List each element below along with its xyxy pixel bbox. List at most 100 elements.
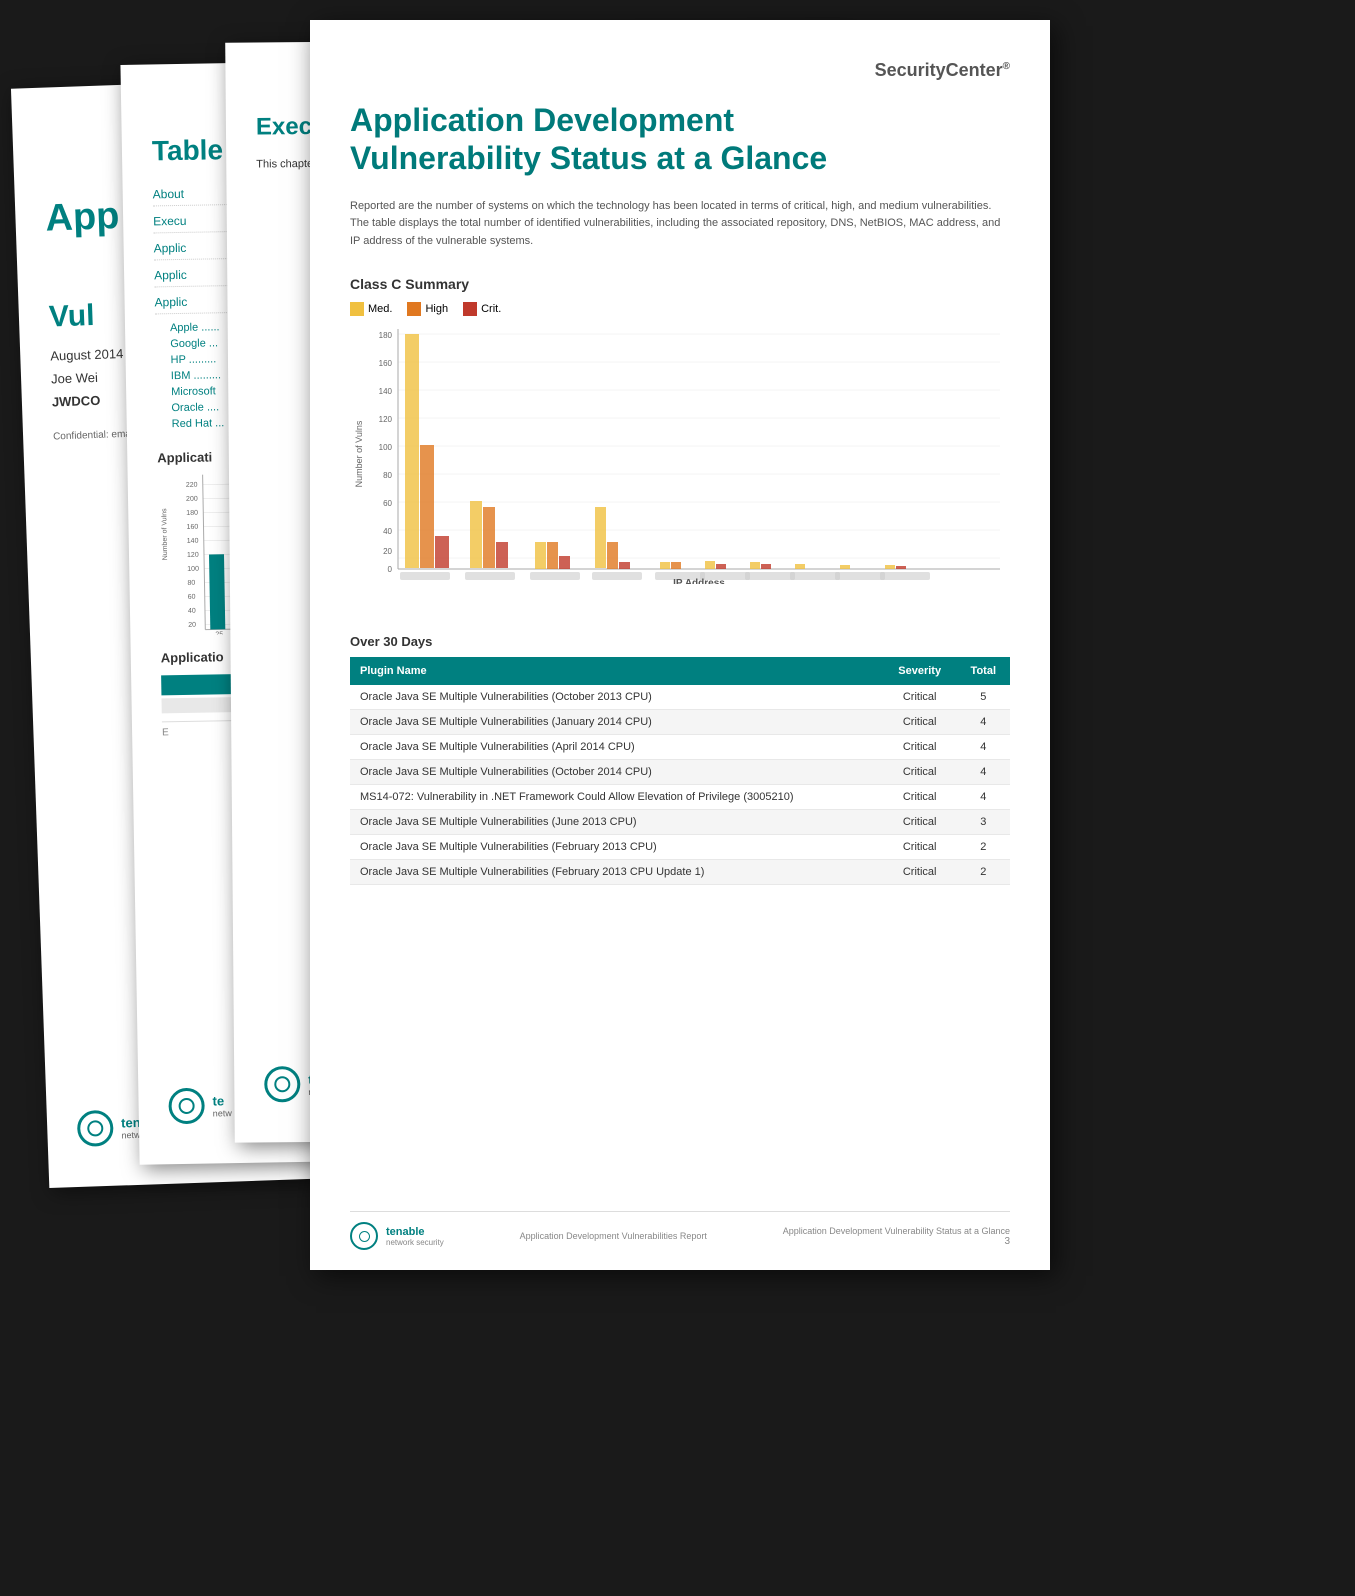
svg-text:120: 120 bbox=[379, 415, 393, 424]
chart-legend: Med. High Crit. bbox=[350, 302, 1010, 316]
cell-total: 5 bbox=[957, 685, 1010, 710]
svg-text:180: 180 bbox=[186, 510, 198, 517]
tenable-circle-icon bbox=[77, 1110, 114, 1147]
main-logo-tm: ® bbox=[1003, 61, 1010, 72]
svg-text:60: 60 bbox=[383, 499, 392, 508]
cell-plugin: MS14-072: Vulnerability in .NET Framewor… bbox=[350, 784, 883, 809]
chart-title-text: Class C Summary bbox=[350, 276, 469, 292]
cell-total: 3 bbox=[957, 809, 1010, 834]
svg-text:Number of Vulns: Number of Vulns bbox=[161, 508, 169, 560]
footer-tenable-circle bbox=[350, 1222, 378, 1250]
main-title-line2: Vulnerability Status at a Glance bbox=[350, 140, 827, 176]
cell-severity: Critical bbox=[883, 784, 957, 809]
main-page: SecurityCenter® Application Development … bbox=[310, 20, 1050, 1270]
cell-total: 4 bbox=[957, 709, 1010, 734]
svg-text:25: 25 bbox=[215, 631, 223, 635]
footer-page-num: 3 bbox=[783, 1236, 1010, 1247]
legend-med: Med. bbox=[350, 302, 392, 316]
svg-text:160: 160 bbox=[186, 524, 198, 531]
svg-text:100: 100 bbox=[187, 566, 199, 573]
table-row: Oracle Java SE Multiple Vulnerabilities … bbox=[350, 859, 1010, 884]
table-section-title: Over 30 Days bbox=[350, 634, 1010, 649]
toc-sub-apple-text: Apple ...... bbox=[170, 321, 220, 334]
cell-plugin: Oracle Java SE Multiple Vulnerabilities … bbox=[350, 709, 883, 734]
cover-company-text: JWDCO bbox=[52, 393, 101, 410]
vuln-table: Plugin Name Severity Total Oracle Java S… bbox=[350, 657, 1010, 885]
svg-text:0: 0 bbox=[388, 565, 393, 574]
svg-text:20: 20 bbox=[383, 547, 392, 556]
cover-author-name: Joe Wei bbox=[51, 370, 98, 387]
toc-tenable-circle bbox=[168, 1088, 205, 1125]
table-row: Oracle Java SE Multiple Vulnerabilities … bbox=[350, 685, 1010, 710]
footer-report-name: Application Development Vulnerabilities … bbox=[520, 1231, 707, 1241]
footer-tenable-inner bbox=[359, 1231, 370, 1242]
main-desc-text: Reported are the number of systems on wh… bbox=[350, 200, 1000, 247]
table-row: Oracle Java SE Multiple Vulnerabilities … bbox=[350, 709, 1010, 734]
cell-severity: Critical bbox=[883, 685, 957, 710]
legend-crit: Crit. bbox=[463, 302, 501, 316]
cell-plugin: Oracle Java SE Multiple Vulnerabilities … bbox=[350, 685, 883, 710]
cell-plugin: Oracle Java SE Multiple Vulnerabilities … bbox=[350, 734, 883, 759]
col-plugin: Plugin Name bbox=[350, 657, 883, 685]
toc-tenable-name-text: te bbox=[212, 1093, 224, 1108]
footer-page-desc: Application Development Vulnerability St… bbox=[783, 1226, 1010, 1236]
cover-title-text-1: App bbox=[45, 195, 120, 240]
footer-tenable-name: tenable bbox=[386, 1226, 444, 1238]
legend-crit-box bbox=[463, 302, 477, 316]
toc-app3-label: Applic bbox=[154, 295, 187, 310]
footer-tenable-name-text: tenable bbox=[386, 1226, 425, 1238]
legend-high: High bbox=[407, 302, 448, 316]
cell-plugin: Oracle Java SE Multiple Vulnerabilities … bbox=[350, 759, 883, 784]
svg-text:40: 40 bbox=[383, 527, 392, 536]
toc-app2-label: Applic bbox=[154, 268, 187, 283]
toc-sub-oracle-text: Oracle .... bbox=[171, 401, 219, 414]
col-total-text: Total bbox=[971, 665, 996, 677]
toc-tenable-sub: netw bbox=[213, 1108, 232, 1118]
table-row: Oracle Java SE Multiple Vulnerabilities … bbox=[350, 809, 1010, 834]
svg-text:60: 60 bbox=[188, 594, 196, 601]
page-footer: tenable network security Application Dev… bbox=[350, 1211, 1010, 1250]
footer-report-name-text: Application Development Vulnerabilities … bbox=[520, 1231, 707, 1241]
cell-plugin: Oracle Java SE Multiple Vulnerabilities … bbox=[350, 859, 883, 884]
toc-about-label: About bbox=[153, 187, 185, 202]
main-logo: SecurityCenter® bbox=[350, 60, 1010, 81]
legend-high-label: High bbox=[425, 303, 448, 315]
cell-total: 4 bbox=[957, 759, 1010, 784]
toc-sub-ibm-text: IBM ......... bbox=[171, 369, 221, 382]
cell-severity: Critical bbox=[883, 859, 957, 884]
svg-text:140: 140 bbox=[187, 538, 199, 545]
svg-text:80: 80 bbox=[187, 580, 195, 587]
legend-med-box bbox=[350, 302, 364, 316]
legend-med-label: Med. bbox=[368, 303, 392, 315]
chart-section-title: Class C Summary bbox=[350, 276, 1010, 292]
col-plugin-text: Plugin Name bbox=[360, 665, 427, 677]
toc-tenable-sub-text: netw bbox=[213, 1108, 232, 1118]
toc-chart-title-text: Applicati bbox=[157, 449, 212, 465]
toc-app1-label: Applic bbox=[154, 241, 187, 256]
cover-title-text-2: Vul bbox=[48, 299, 95, 334]
toc-sub-ms-text: Microsoft bbox=[171, 385, 216, 398]
toc-exec-label: Execu bbox=[153, 214, 187, 229]
svg-text:40: 40 bbox=[188, 608, 196, 615]
svg-text:120: 120 bbox=[187, 552, 199, 559]
cell-total: 4 bbox=[957, 734, 1010, 759]
exec-tenable-circle bbox=[264, 1066, 300, 1102]
table-row: MS14-072: Vulnerability in .NET Framewor… bbox=[350, 784, 1010, 809]
svg-text:180: 180 bbox=[379, 331, 393, 340]
table-row: Oracle Java SE Multiple Vulnerabilities … bbox=[350, 734, 1010, 759]
main-title: Application Development Vulnerability St… bbox=[350, 101, 1010, 178]
svg-text:80: 80 bbox=[383, 471, 392, 480]
svg-text:140: 140 bbox=[379, 387, 393, 396]
toc-sub-hp-text: HP ......... bbox=[170, 353, 216, 366]
main-description: Reported are the number of systems on wh… bbox=[350, 198, 1010, 251]
main-title-line1: Application Development bbox=[350, 102, 734, 138]
legend-crit-label: Crit. bbox=[481, 303, 501, 315]
footer-logo-group: tenable network security bbox=[350, 1222, 444, 1250]
tenable-inner-icon bbox=[87, 1120, 104, 1137]
toc-sub-redhat-text: Red Hat ... bbox=[172, 417, 225, 430]
cell-plugin: Oracle Java SE Multiple Vulnerabilities … bbox=[350, 834, 883, 859]
legend-high-box bbox=[407, 302, 421, 316]
main-chart-svg: Number of Vulns 180 160 140 120 100 80 6… bbox=[350, 324, 1010, 584]
toc-tenable-name: te bbox=[212, 1093, 231, 1108]
svg-text:200: 200 bbox=[186, 496, 198, 503]
